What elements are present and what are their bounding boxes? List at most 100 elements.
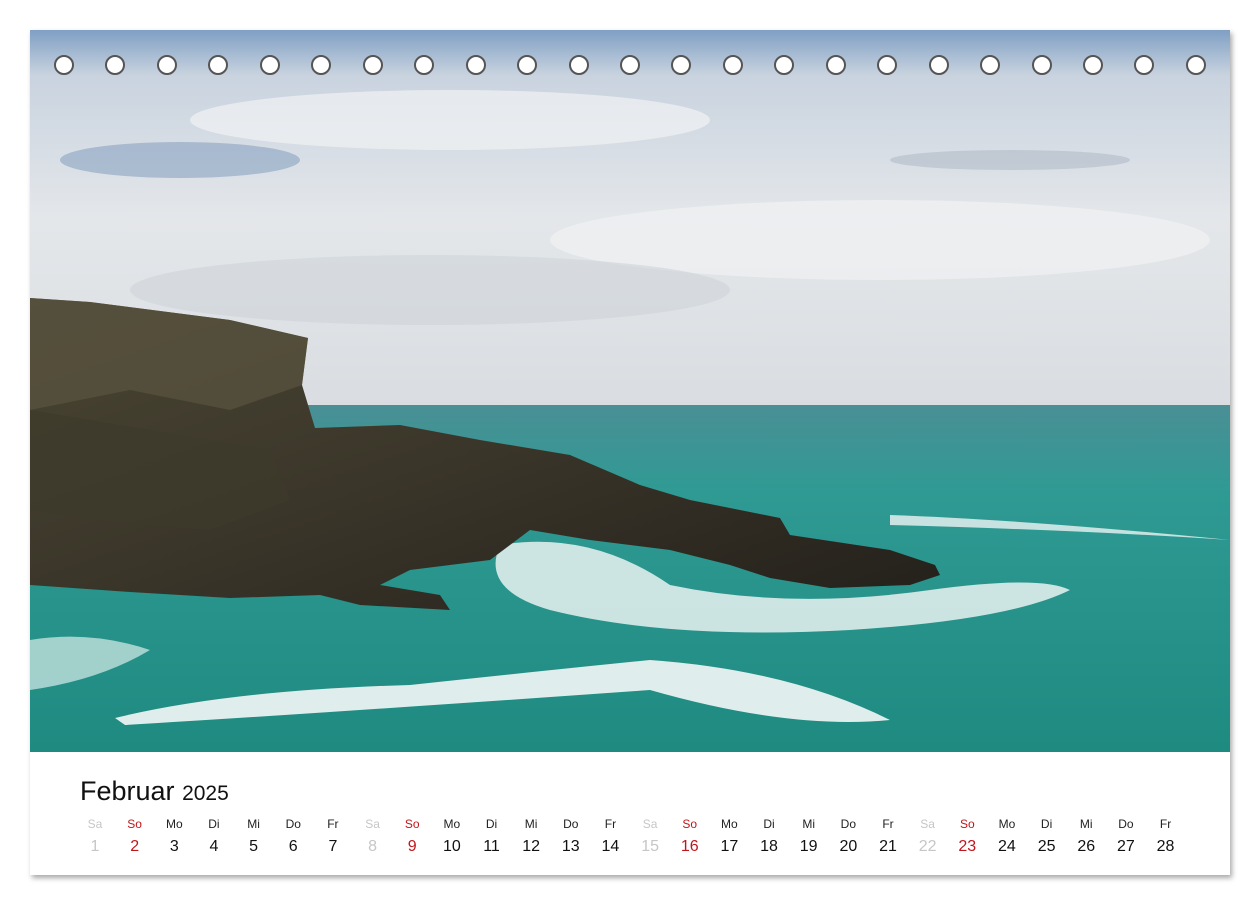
day-cell: Mi 19: [789, 816, 829, 856]
weekday-label: Di: [1040, 817, 1053, 831]
day-number: 16: [680, 838, 699, 855]
day-number: 3: [169, 838, 179, 855]
weekday-label: Do: [840, 817, 857, 831]
day-number: 9: [407, 838, 417, 855]
day-number: 4: [209, 838, 219, 855]
weekday-label: So: [959, 817, 975, 831]
weekday-label: Di: [485, 817, 498, 831]
binding-holes: [30, 30, 1230, 100]
day-cell: So 16: [670, 816, 710, 856]
day-cell: Di 25: [1027, 816, 1067, 856]
weekday-label: Do: [1118, 817, 1134, 831]
weekday-label: Do: [285, 817, 301, 831]
binding-hole: [671, 55, 692, 75]
day-strip: Sa 1 So 2 Mo 3 Di 4 Mi 5 Do 6 Fr 7 Sa 8 So 9 Mo 10 Di 11 Mi 12 D…: [30, 816, 1230, 866]
day-number: 18: [760, 838, 778, 855]
day-cell: Mo 17: [709, 816, 749, 856]
day-cell: Do 6: [273, 816, 313, 856]
day-cell: Fr 21: [868, 816, 908, 856]
weekday-label: Sa: [920, 817, 935, 831]
coastal-cliff-photo: [30, 30, 1230, 752]
day-cell: Di 4: [194, 816, 234, 856]
binding-hole: [1134, 55, 1155, 75]
binding-hole: [980, 55, 1001, 75]
weekday-label: Fr: [1159, 817, 1172, 831]
year: 2025: [182, 782, 229, 805]
day-cell: Mo 24: [987, 816, 1027, 856]
day-number: 28: [1156, 838, 1175, 855]
day-cell: Do 20: [828, 816, 868, 856]
weekday-label: Fr: [882, 817, 894, 831]
day-cell: So 23: [947, 816, 987, 856]
weekday-label: Sa: [642, 817, 658, 831]
binding-hole: [722, 55, 743, 75]
day-cell: Sa 15: [630, 816, 670, 856]
calendar-page: Februar 2025 Sa 1 So 2 Mo 3 Di 4 Mi 5 Do 6 Fr 7 Sa 8 So 9…: [30, 30, 1230, 875]
day-cell: Sa 8: [353, 816, 393, 856]
binding-hole: [156, 55, 177, 75]
binding-hole: [1083, 55, 1103, 75]
day-number: 26: [1077, 838, 1096, 855]
weekday-label: Di: [208, 817, 220, 831]
day-number: 1: [90, 838, 100, 855]
binding-hole: [1185, 55, 1206, 75]
day-number: 6: [288, 838, 298, 855]
binding-hole: [1031, 55, 1052, 75]
binding-hole: [568, 55, 589, 75]
day-cell: So 9: [392, 816, 432, 856]
weekday-label: Mo: [443, 817, 461, 831]
weekday-label: Mo: [998, 817, 1016, 831]
day-number: 2: [130, 838, 140, 855]
day-cell: Do 13: [551, 816, 591, 856]
day-number: 21: [879, 838, 897, 855]
day-number: 11: [483, 838, 500, 855]
binding-hole: [517, 55, 538, 75]
day-cell: Sa 22: [908, 816, 948, 856]
day-number: 7: [328, 838, 338, 855]
photo-illustration: [30, 30, 1230, 752]
day-number: 23: [958, 838, 977, 855]
day-cell: Mi 26: [1066, 816, 1106, 856]
day-number: 15: [641, 838, 659, 855]
day-number: 5: [249, 838, 259, 855]
binding-hole: [259, 55, 280, 75]
weekday-label: Mi: [524, 817, 538, 831]
day-number: 17: [720, 838, 739, 855]
weekday-label: Do: [563, 817, 579, 831]
binding-hole: [825, 55, 846, 75]
day-cell: Fr 14: [590, 816, 630, 856]
day-cell: Mo 10: [432, 816, 472, 856]
day-number: 20: [839, 838, 858, 855]
binding-hole: [208, 55, 229, 75]
day-number: 10: [442, 838, 461, 855]
day-number: 8: [368, 838, 377, 855]
binding-hole: [414, 55, 435, 75]
binding-hole: [877, 55, 898, 75]
weekday-label: Mi: [1079, 817, 1093, 831]
weekday-label: Mi: [247, 817, 260, 831]
day-cell: Sa 1: [75, 816, 115, 856]
binding-hole: [105, 55, 126, 75]
day-cell: Di 18: [749, 816, 789, 856]
binding-hole: [311, 55, 332, 75]
day-cell: Fr 28: [1146, 816, 1186, 856]
binding-hole: [465, 55, 486, 75]
binding-hole: [928, 55, 949, 75]
day-number: 27: [1116, 838, 1135, 855]
binding-hole: [362, 55, 383, 75]
calendar-title: Februar 2025: [80, 776, 229, 807]
weekday-label: Fr: [327, 817, 339, 831]
weekday-label: So: [404, 817, 420, 831]
weekday-label: Di: [763, 817, 775, 831]
weekday-label: Fr: [604, 817, 617, 831]
day-number: 22: [918, 838, 937, 855]
day-number: 13: [561, 838, 580, 855]
day-cell: So 2: [115, 816, 155, 856]
weekday-label: Mi: [802, 817, 816, 831]
weekday-label: So: [127, 817, 142, 831]
day-number: 19: [799, 838, 818, 855]
day-cell: Do 27: [1106, 816, 1146, 856]
day-number: 14: [601, 838, 620, 855]
weekday-label: Mo: [165, 817, 183, 831]
weekday-label: So: [682, 817, 698, 831]
